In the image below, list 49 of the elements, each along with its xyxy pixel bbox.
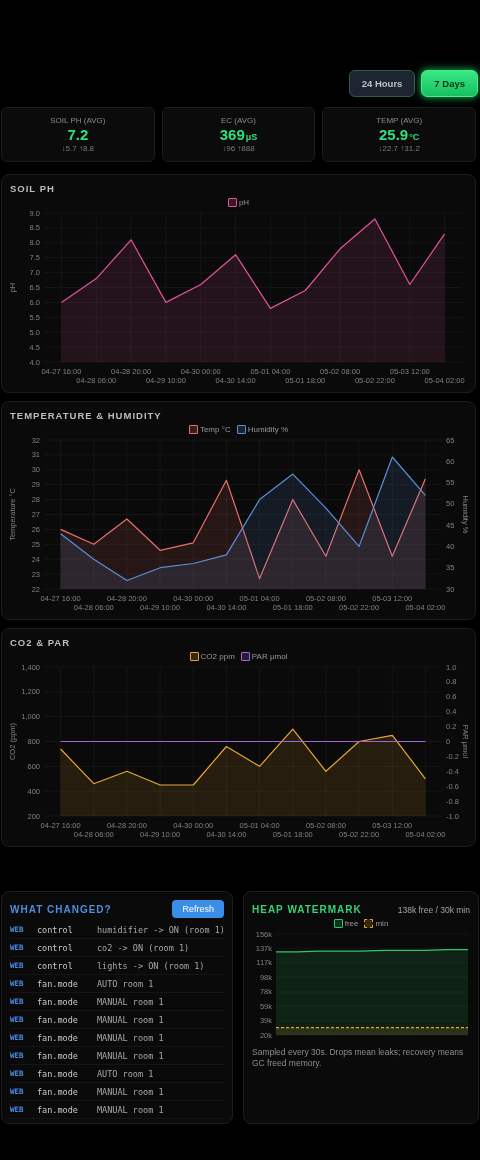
- log-key: fan.mode: [37, 1086, 97, 1097]
- stat-value: 7.2: [67, 126, 89, 143]
- card-title: SOIL PH: [10, 183, 56, 194]
- note-text: Sampled every 30s. Drops mean leaks; recovery means GC freed memory.: [252, 1047, 465, 1069]
- log-detail: co2 -> ON (room 1): [97, 942, 191, 953]
- stat-range: ↓5.7 ↑8.8: [61, 144, 95, 153]
- stat-range: ↓22.7 ↑31.2: [378, 144, 420, 153]
- log-detail: MANUAL room 1: [97, 1032, 165, 1043]
- log-detail: MANUAL room 1: [97, 1086, 165, 1097]
- stat-unit: °C: [409, 132, 420, 142]
- card-title: CO2 & PAR: [10, 637, 72, 648]
- log-key: fan.mode: [37, 1050, 97, 1061]
- legend-label: PAR μmol: [251, 652, 288, 661]
- log-detail: AUTO room 1: [97, 1068, 155, 1079]
- log-key: fan.mode: [37, 996, 97, 1007]
- card-title: WHAT CHANGED?: [10, 903, 112, 915]
- log-key: control: [37, 924, 97, 935]
- stat-label: EC (AVG): [221, 116, 256, 125]
- legend-label: CO2 ppm: [200, 652, 235, 661]
- log-detail: MANUAL room 1: [97, 996, 165, 1007]
- log-key: fan.mode: [37, 1068, 97, 1079]
- log-key: control: [37, 942, 97, 953]
- heap-summary: 138k free / 30k min: [397, 904, 470, 915]
- log-detail: lights -> ON (room 1): [97, 960, 206, 971]
- log-key: control: [37, 960, 97, 971]
- stat-range: ↓96 ↑888: [222, 144, 255, 153]
- log-key: fan.mode: [37, 978, 97, 989]
- log-detail: MANUAL room 1: [97, 1104, 165, 1115]
- log-key: fan.mode: [37, 1104, 97, 1115]
- legend-label: min: [375, 919, 389, 928]
- legend-label: Temp °C: [199, 425, 231, 434]
- range-tab[interactable]: 7 Days: [421, 70, 478, 97]
- log-detail: MANUAL room 1: [97, 1050, 165, 1061]
- stat-unit: μS: [245, 132, 258, 142]
- legend-label: Humidity %: [247, 425, 289, 434]
- log-key: fan.mode: [37, 1014, 97, 1025]
- legend-label: free: [344, 919, 359, 928]
- card-title: HEAP WATERMARK: [252, 904, 362, 915]
- stat-value: 25.9: [379, 126, 409, 143]
- stat-label: SOIL PH (AVG): [50, 116, 106, 125]
- log-detail: AUTO room 1: [97, 978, 155, 989]
- stat-value: 369: [219, 126, 245, 143]
- log-detail: MANUAL room 1: [97, 1014, 165, 1025]
- card-title: TEMPERATURE & HUMIDITY: [10, 410, 163, 421]
- legend-label: pH: [238, 198, 250, 207]
- log-detail: humidifier -> ON (room 1): [97, 924, 225, 935]
- range-tab[interactable]: 24 Hours: [348, 70, 416, 97]
- stat-label: TEMP (AVG): [376, 116, 423, 125]
- log-key: fan.mode: [37, 1032, 97, 1043]
